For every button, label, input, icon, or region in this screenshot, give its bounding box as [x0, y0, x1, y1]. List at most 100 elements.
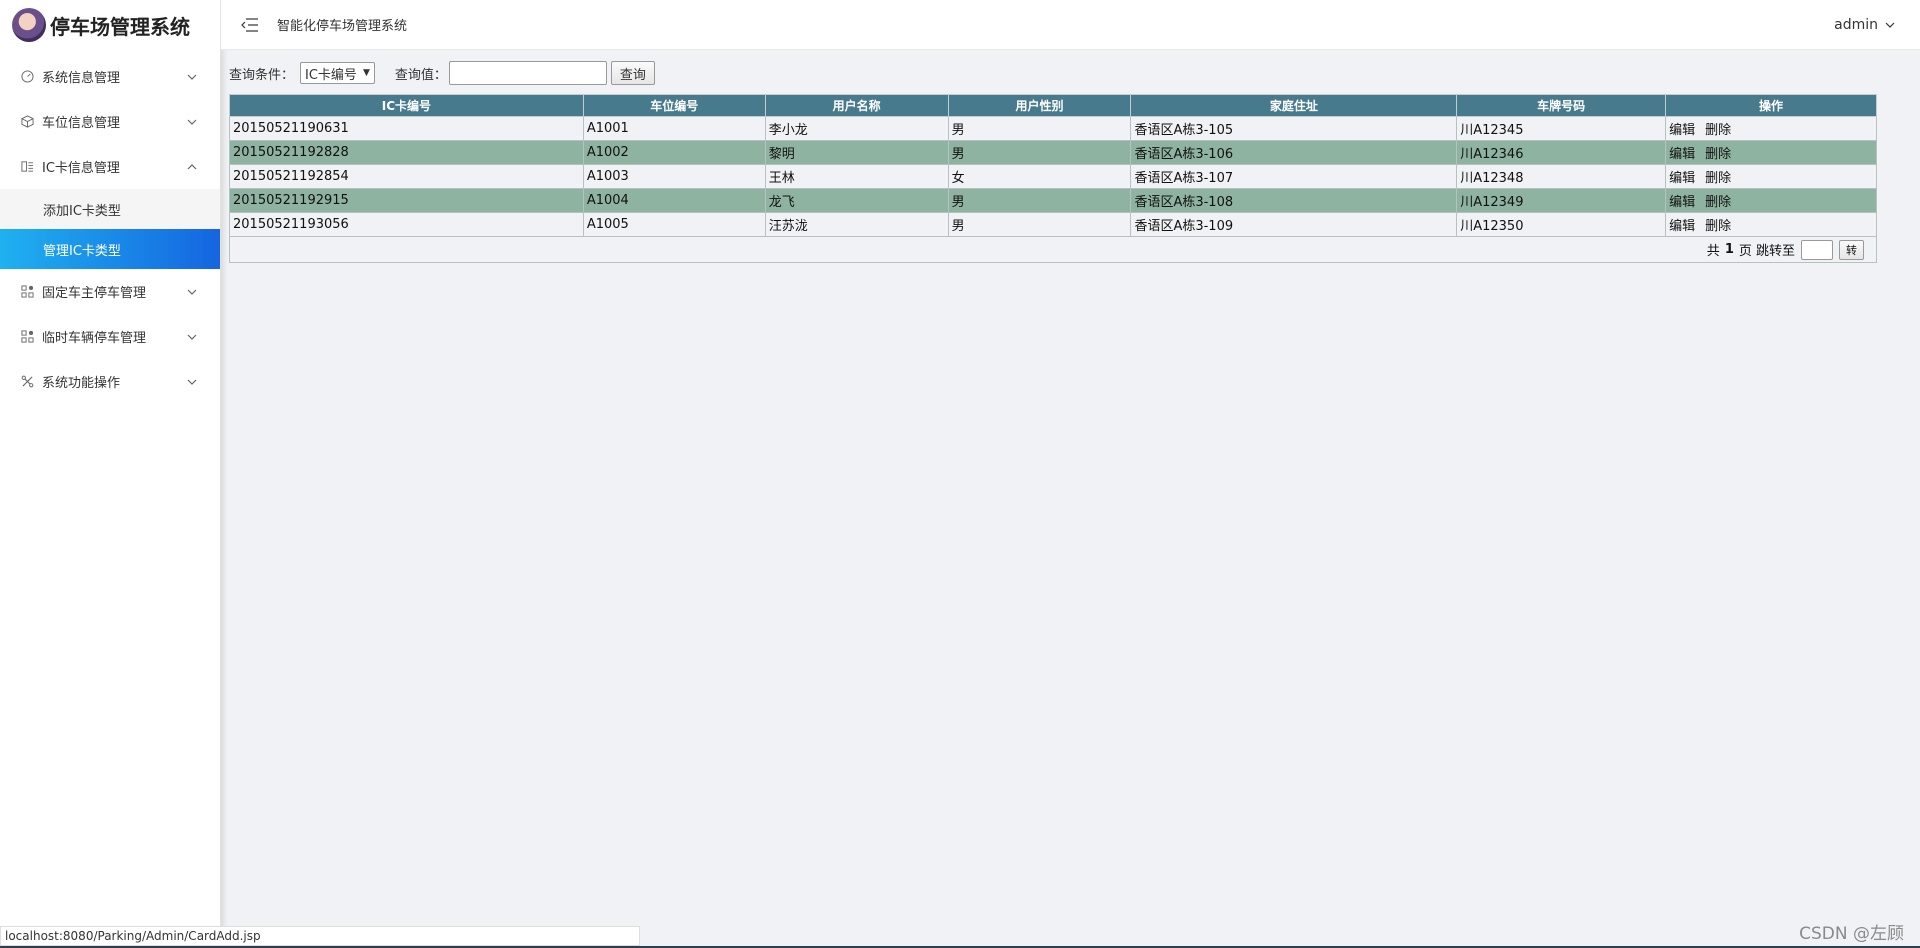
delete-link[interactable]: 删除 [1705, 123, 1731, 138]
chevron-down-icon [187, 74, 197, 80]
cell-card-no: 20150521192915 [229, 188, 584, 213]
chevron-down-icon [187, 334, 197, 340]
cell-actions: 编辑 删除 [1665, 212, 1877, 237]
tools-icon [20, 375, 34, 389]
query-button[interactable]: 查询 [610, 61, 655, 85]
cell-slot-no: A1003 [582, 164, 766, 189]
sidebar-item-system-info[interactable]: 系统信息管理 [0, 54, 220, 99]
cell-user-name: 龙飞 [764, 188, 949, 213]
cell-gender: 男 [947, 212, 1132, 237]
edit-link[interactable]: 编辑 [1669, 171, 1695, 186]
query-value-label: 查询值： [394, 67, 447, 83]
pagination: 共 1 页 跳转至 转 [1706, 239, 1864, 260]
cell-plate: 川A12349 [1456, 188, 1667, 213]
delete-link[interactable]: 删除 [1705, 219, 1731, 234]
chevron-down-icon [187, 289, 197, 295]
pagination-suffix: 页 跳转至 [1738, 244, 1795, 259]
cell-card-no: 20150521190631 [229, 116, 584, 141]
delete-link[interactable]: 删除 [1705, 147, 1731, 162]
cell-user-name: 王林 [764, 164, 949, 189]
cube-icon [20, 115, 34, 129]
table-row: 20150521192854 A1003 王林 女 香语区A栋3-107 川A1… [229, 164, 1877, 189]
delete-link[interactable]: 删除 [1705, 195, 1731, 210]
cell-user-name: 黎明 [764, 140, 949, 165]
query-value-input[interactable] [448, 61, 607, 85]
table-header-row: IC卡编号 车位编号 用户名称 用户性别 家庭住址 车牌号码 操作 [229, 94, 1877, 117]
sidebar-item-add-ic-card-type[interactable]: 添加IC卡类型 [0, 189, 220, 229]
menu-toggle-icon[interactable] [241, 15, 261, 35]
cell-actions: 编辑 删除 [1665, 140, 1877, 165]
cell-card-no: 20150521192854 [229, 164, 584, 189]
column-header-plate: 车牌号码 [1456, 94, 1667, 117]
card-icon [20, 160, 34, 174]
main-content: 查询条件： IC卡编号 ▼ 查询值： 查询 IC卡编号 车位编号 用户名称 用户… [221, 50, 1920, 928]
cell-gender: 男 [947, 140, 1132, 165]
column-header-address: 家庭住址 [1130, 94, 1458, 117]
cell-address: 香语区A栋3-106 [1130, 140, 1458, 165]
edit-link[interactable]: 编辑 [1669, 195, 1695, 210]
cell-plate: 川A12346 [1456, 140, 1667, 165]
status-url: localhost:8080/Parking/Admin/CardAdd.jsp [5, 929, 261, 943]
cell-plate: 川A12345 [1456, 116, 1667, 141]
sidebar-menu: 系统信息管理 车位信息管理 IC卡信息管理 添加IC卡类型 管理IC卡类型 固定 [0, 54, 220, 404]
chevron-up-icon [187, 163, 197, 169]
grid-icon [20, 285, 34, 299]
column-header-user-name: 用户名称 [764, 94, 949, 117]
chevron-down-icon [187, 379, 197, 385]
page-jump-button[interactable]: 转 [1839, 239, 1864, 260]
sidebar-item-temporary-vehicle-parking[interactable]: 临时车辆停车管理 [0, 314, 220, 359]
chevron-down-icon [1885, 22, 1895, 28]
cell-gender: 男 [947, 116, 1132, 141]
cell-user-name: 李小龙 [764, 116, 949, 141]
sidebar-item-ic-card[interactable]: IC卡信息管理 [0, 144, 220, 189]
cell-address: 香语区A栋3-105 [1130, 116, 1458, 141]
page-jump-input[interactable] [1801, 239, 1833, 260]
cell-slot-no: A1005 [582, 212, 766, 237]
sidebar-item-label: 固定车主停车管理 [42, 286, 147, 301]
query-bar: 查询条件： IC卡编号 ▼ 查询值： 查询 [229, 60, 1920, 86]
delete-link[interactable]: 删除 [1705, 171, 1731, 186]
brand: 停车场管理系统 [0, 0, 220, 50]
cell-address: 香语区A栋3-107 [1130, 164, 1458, 189]
sidebar: 停车场管理系统 系统信息管理 车位信息管理 IC卡信息管理 添加IC卡类型 管理… [0, 0, 221, 948]
cell-actions: 编辑 删除 [1665, 116, 1877, 141]
user-menu[interactable]: admin [1834, 0, 1896, 50]
query-condition-select[interactable]: IC卡编号 ▼ [300, 62, 375, 84]
browser-status-bar: localhost:8080/Parking/Admin/CardAdd.jsp [0, 926, 640, 946]
sidebar-item-parking-space[interactable]: 车位信息管理 [0, 99, 220, 144]
username: admin [1834, 17, 1878, 33]
sidebar-item-manage-ic-card-type[interactable]: 管理IC卡类型 [0, 229, 220, 269]
cell-plate: 川A12348 [1456, 164, 1667, 189]
brand-title: 停车场管理系统 [50, 14, 190, 39]
page-title: 智能化停车场管理系统 [277, 19, 408, 34]
pagination-prefix: 共 [1706, 244, 1720, 259]
pagination-row: 共 1 页 跳转至 转 [229, 236, 1877, 263]
cell-gender: 男 [947, 188, 1132, 213]
ic-card-table: IC卡编号 车位编号 用户名称 用户性别 家庭住址 车牌号码 操作 201505… [229, 94, 1877, 263]
grid-icon [20, 330, 34, 344]
sidebar-item-fixed-owner-parking[interactable]: 固定车主停车管理 [0, 269, 220, 314]
pagination-cell: 共 1 页 跳转至 转 [229, 236, 1877, 263]
cell-slot-no: A1002 [582, 140, 766, 165]
sidebar-item-label: 系统功能操作 [42, 376, 121, 391]
cell-address: 香语区A栋3-108 [1130, 188, 1458, 213]
edit-link[interactable]: 编辑 [1669, 123, 1695, 138]
ic-card-submenu: 添加IC卡类型 管理IC卡类型 [0, 189, 220, 269]
sidebar-item-label: 临时车辆停车管理 [42, 331, 147, 346]
dropdown-arrow-icon: ▼ [362, 68, 370, 78]
cell-actions: 编辑 删除 [1665, 164, 1877, 189]
edit-link[interactable]: 编辑 [1669, 219, 1695, 234]
table-row: 20150521193056 A1005 汪苏泷 男 香语区A栋3-109 川A… [229, 212, 1877, 237]
table-row: 20150521192915 A1004 龙飞 男 香语区A栋3-108 川A1… [229, 188, 1877, 213]
sidebar-item-label: 车位信息管理 [42, 116, 121, 131]
cell-plate: 川A12350 [1456, 212, 1667, 237]
edit-link[interactable]: 编辑 [1669, 147, 1695, 162]
table-row: 20150521192828 A1002 黎明 男 香语区A栋3-106 川A1… [229, 140, 1877, 165]
total-pages: 1 [1724, 242, 1734, 257]
sidebar-item-system-functions[interactable]: 系统功能操作 [0, 359, 220, 404]
cell-user-name: 汪苏泷 [764, 212, 949, 237]
cell-address: 香语区A栋3-109 [1130, 212, 1458, 237]
column-header-actions: 操作 [1665, 94, 1877, 117]
column-header-card-no: IC卡编号 [229, 94, 584, 117]
selected-condition: IC卡编号 [305, 67, 357, 83]
